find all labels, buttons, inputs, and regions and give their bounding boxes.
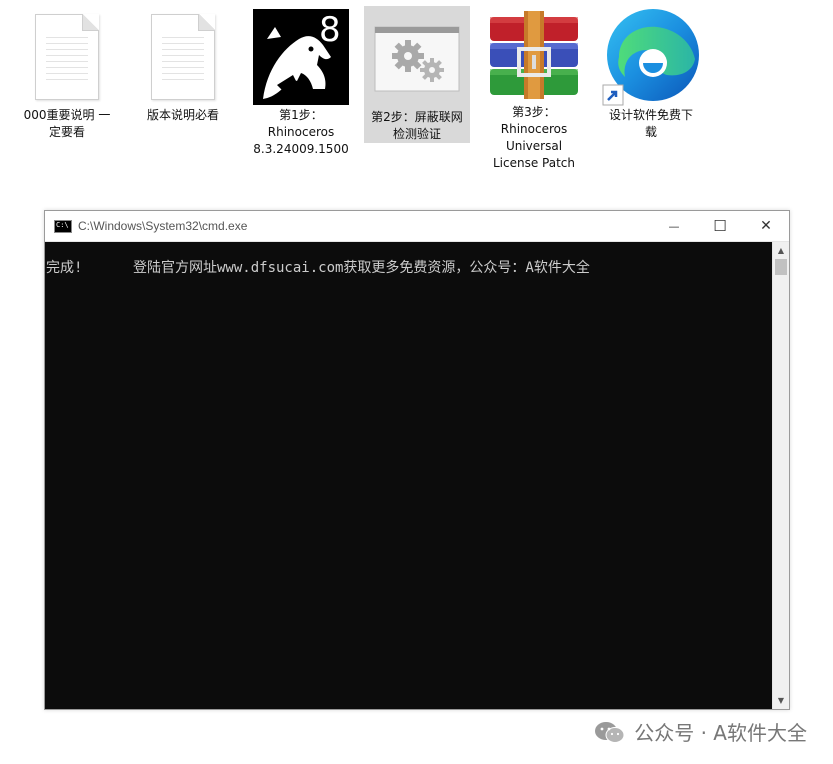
version-badge: 8 bbox=[319, 10, 341, 50]
scroll-down-icon[interactable]: ▼ bbox=[773, 692, 789, 709]
desktop-icon-edge-shortcut[interactable]: 设计软件免费下 载 bbox=[598, 4, 704, 172]
cmd-window[interactable]: C:\Windows\System32\cmd.exe — ☐ ✕ 完成! 登陆… bbox=[44, 210, 790, 710]
maximize-icon: ☐ bbox=[713, 217, 727, 235]
console-output-text: 完成! 登陆官方网址www.dfsucai.com获取更多免费资源，公众号：A软… bbox=[46, 260, 590, 276]
settings-gears-icon bbox=[367, 9, 467, 109]
winrar-archive-icon bbox=[484, 7, 584, 104]
minimize-icon: — bbox=[668, 219, 680, 233]
maximize-button[interactable]: ☐ bbox=[697, 211, 743, 241]
wechat-watermark: 公众号 · A软件大全 bbox=[594, 717, 807, 746]
desktop-icon-label: 第1步： Rhinoceros 8.3.24009.1500 bbox=[253, 108, 349, 156]
vertical-scrollbar[interactable]: ▲ ▼ bbox=[772, 242, 789, 709]
desktop-icon-label: 第2步：屏蔽联网 检测验证 bbox=[371, 110, 463, 141]
scroll-thumb[interactable] bbox=[775, 259, 787, 275]
desktop-icon-rhinoceros-installer[interactable]: 8 第1步： Rhinoceros 8.3.24009.1500 bbox=[248, 4, 354, 172]
close-icon: ✕ bbox=[760, 218, 772, 234]
window-title: C:\Windows\System32\cmd.exe bbox=[78, 219, 248, 233]
desktop-icon-version-notes[interactable]: 版本说明必看 bbox=[130, 4, 236, 172]
rhinoceros-app-icon: 8 bbox=[251, 7, 351, 107]
desktop-icon-label: 设计软件免费下 载 bbox=[608, 108, 693, 139]
minimize-button[interactable]: — bbox=[651, 211, 697, 241]
desktop-icon-block-network[interactable]: 第2步：屏蔽联网 检测验证 bbox=[364, 6, 470, 143]
watermark-text: 公众号 · A软件大全 bbox=[634, 721, 807, 745]
wechat-icon bbox=[595, 721, 625, 743]
text-document-icon bbox=[17, 7, 117, 107]
close-button[interactable]: ✕ bbox=[743, 211, 789, 241]
desktop-icon-label: 第3步： Rhinoceros Universal License Patch bbox=[492, 105, 575, 170]
desktop-icon-important-notes[interactable]: 000重要说明 一 定要看 bbox=[14, 4, 120, 172]
console-output-area[interactable]: 完成! 登陆官方网址www.dfsucai.com获取更多免费资源，公众号：A软… bbox=[45, 242, 772, 709]
desktop-icon-label: 000重要说明 一 定要看 bbox=[23, 108, 111, 139]
desktop-icon-license-patch[interactable]: 第3步： Rhinoceros Universal License Patch bbox=[481, 4, 587, 172]
text-document-icon bbox=[133, 7, 233, 107]
desktop-icon-label: 版本说明必看 bbox=[146, 108, 219, 122]
scroll-up-icon[interactable]: ▲ bbox=[773, 242, 789, 259]
edge-browser-shortcut-icon bbox=[601, 7, 701, 107]
cmd-icon bbox=[54, 219, 72, 233]
window-titlebar[interactable]: C:\Windows\System32\cmd.exe — ☐ ✕ bbox=[45, 211, 789, 242]
